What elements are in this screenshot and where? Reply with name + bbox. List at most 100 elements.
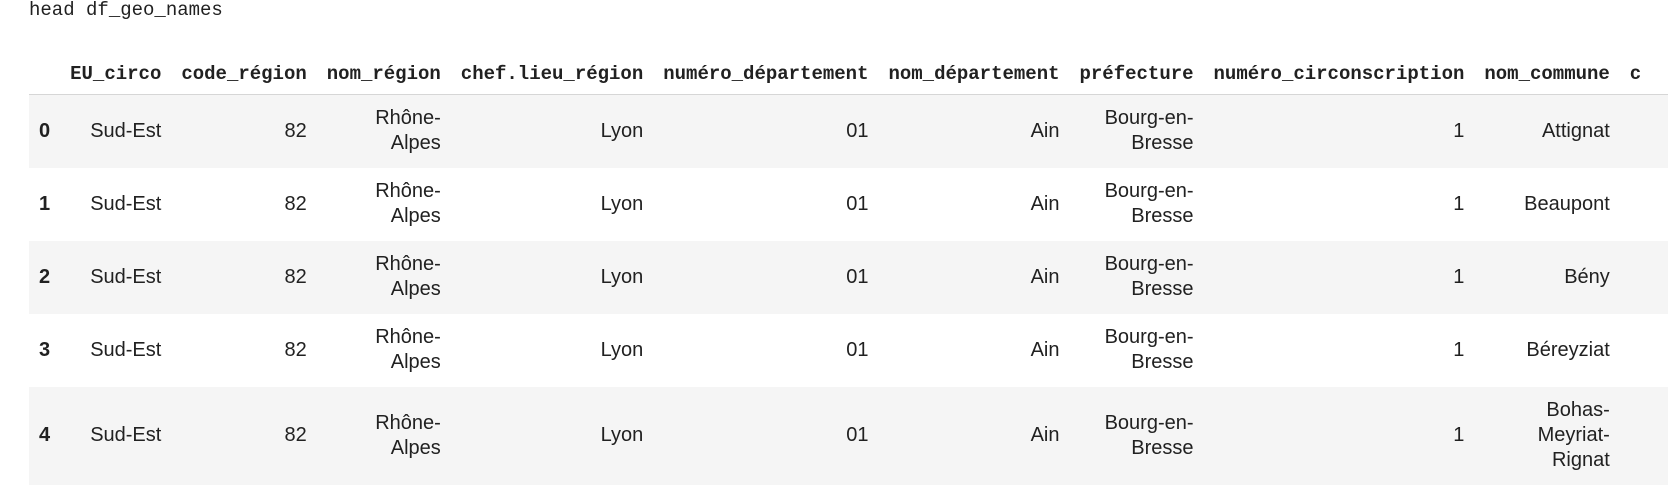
cell-numero-departement: 01 xyxy=(846,192,869,215)
column-header-code-region: code_région xyxy=(171,54,317,95)
cell-nom-commune: Bény xyxy=(1474,241,1619,314)
cell-nom-region-line: Alpes xyxy=(390,278,441,300)
column-header-index xyxy=(29,54,61,95)
cell-eu-circo: Sud-Est xyxy=(90,424,162,446)
cell-numero-departement: 01 xyxy=(846,338,869,361)
cell-nom-commune-line: Attignat xyxy=(1541,119,1610,142)
table-header-row: EU_circo code_région nom_région chef.lie… xyxy=(29,54,1668,95)
cell-truncated xyxy=(1620,314,1668,387)
cell-nom-departement: Ain xyxy=(1030,119,1060,142)
cell-nom-region-line: Alpes xyxy=(390,205,441,227)
column-header-numero-circonscription: numéro_circonscription xyxy=(1203,54,1475,95)
cell-prefecture-line: Bourg-en- xyxy=(1104,180,1194,202)
cell-nom-region: Rhône- Alpes xyxy=(317,241,451,314)
cell-numero-circonscription: 1 xyxy=(1453,119,1465,142)
cell-chef-lieu-region: Lyon xyxy=(600,338,644,361)
cell-prefecture-line: Bourg-en- xyxy=(1104,326,1194,348)
cell-prefecture: Bourg-en- Bresse xyxy=(1070,168,1204,241)
cell-nom-commune-line: Beaupont xyxy=(1524,192,1610,215)
cell-prefecture: Bourg-en- Bresse xyxy=(1070,387,1204,485)
cell-prefecture: Bourg-en- Bresse xyxy=(1070,95,1204,168)
cell-prefecture: Bourg-en- Bresse xyxy=(1070,241,1204,314)
cell-nom-commune-line: Meyriat- xyxy=(1537,424,1610,446)
row-index: 0 xyxy=(39,119,51,142)
cell-code-region: 82 xyxy=(284,424,307,446)
cell-nom-commune-line: Bény xyxy=(1564,265,1610,288)
table-row: 4 Sud-Est 82 Rhône- Alpes Lyon 01 Ain Bourg-en- B… xyxy=(29,386,1668,485)
cell-prefecture-line: Bresse xyxy=(1131,351,1194,373)
column-header-chef-lieu-region: chef.lieu_région xyxy=(450,54,654,95)
cell-nom-commune: Beaupont xyxy=(1474,168,1619,241)
cell-eu-circo: Sud-Est xyxy=(90,192,162,215)
cell-chef-lieu-region: Lyon xyxy=(600,192,644,215)
cell-nom-commune: Bohas- Meyriat- Rignat xyxy=(1474,387,1619,485)
table-row: 3 Sud-Est 82 Rhône- Alpes Lyon 01 Ain Bourg-en- B… xyxy=(29,313,1668,387)
cell-numero-circonscription: 1 xyxy=(1453,424,1465,446)
cell-prefecture-line: Bourg-en- xyxy=(1104,411,1194,434)
cell-numero-departement: 01 xyxy=(846,424,869,446)
cell-code-region: 82 xyxy=(284,338,307,361)
cell-nom-region-line: Alpes xyxy=(390,436,441,459)
cell-nom-region: Rhône- Alpes xyxy=(317,314,451,387)
cell-numero-departement: 01 xyxy=(846,265,869,288)
cell-nom-commune-line: Bohas- xyxy=(1546,399,1610,421)
cell-chef-lieu-region: Lyon xyxy=(600,265,644,288)
cell-eu-circo: Sud-Est xyxy=(90,265,162,288)
row-index: 4 xyxy=(39,424,51,446)
cell-nom-region-line: Rhône- xyxy=(375,411,441,434)
dataframe-table: EU_circo code_région nom_région chef.lie… xyxy=(29,54,1668,485)
column-header-numero-departement: numéro_département xyxy=(653,54,879,95)
cell-nom-departement: Ain xyxy=(1030,265,1060,288)
cell-chef-lieu-region: Lyon xyxy=(600,119,644,142)
row-index: 3 xyxy=(39,338,51,361)
cell-prefecture-line: Bresse xyxy=(1131,132,1194,155)
cell-prefecture-line: Bresse xyxy=(1131,436,1194,459)
row-index: 1 xyxy=(39,192,51,215)
cell-nom-commune-line: Rignat xyxy=(1551,449,1610,471)
cell-nom-departement: Ain xyxy=(1030,338,1060,361)
cell-truncated xyxy=(1620,95,1668,168)
cell-nom-region: Rhône- Alpes xyxy=(317,95,451,168)
cell-nom-departement: Ain xyxy=(1030,424,1060,446)
column-header-eu-circo: EU_circo xyxy=(60,54,172,95)
cell-numero-circonscription: 1 xyxy=(1453,265,1465,288)
dataframe-output: EU_circo code_région nom_région chef.lie… xyxy=(29,54,1668,485)
table-row: 1 Sud-Est 82 Rhône- Alpes Lyon 01 Ain Bourg-en- B… xyxy=(29,167,1668,241)
cell-prefecture-line: Bresse xyxy=(1131,278,1194,300)
cell-code-region: 82 xyxy=(284,265,307,288)
column-header-truncated: c xyxy=(1619,54,1668,95)
cell-nom-commune-line: Béreyziat xyxy=(1526,338,1610,361)
cell-truncated xyxy=(1620,241,1668,314)
cell-nom-region-line: Alpes xyxy=(390,351,441,373)
cell-nom-region: Rhône- Alpes xyxy=(317,168,451,241)
cell-prefecture-line: Bresse xyxy=(1131,205,1194,227)
cell-numero-departement: 01 xyxy=(846,119,869,142)
cell-numero-circonscription: 1 xyxy=(1453,192,1465,215)
cell-prefecture-line: Bourg-en- xyxy=(1104,253,1194,275)
column-header-nom-commune: nom_commune xyxy=(1474,54,1620,95)
cell-prefecture: Bourg-en- Bresse xyxy=(1070,314,1204,387)
cell-nom-region-line: Rhône- xyxy=(375,107,441,130)
cell-eu-circo: Sud-Est xyxy=(90,119,162,142)
cell-nom-region-line: Alpes xyxy=(390,132,441,155)
column-header-nom-region: nom_région xyxy=(316,54,451,95)
table-row: 0 Sud-Est 82 Rhône- Alpes Lyon 01 Ain Bourg-en- B… xyxy=(29,94,1668,168)
cell-nom-region-line: Rhône- xyxy=(375,180,441,202)
cell-nom-departement: Ain xyxy=(1030,192,1060,215)
cell-code-region: 82 xyxy=(284,119,307,142)
cell-code-region: 82 xyxy=(284,192,307,215)
cell-eu-circo: Sud-Est xyxy=(90,338,162,361)
cell-prefecture-line: Bourg-en- xyxy=(1104,107,1194,130)
cell-truncated xyxy=(1620,387,1668,485)
cell-nom-commune: Attignat xyxy=(1474,95,1619,168)
cell-truncated xyxy=(1620,168,1668,241)
column-header-prefecture: préfecture xyxy=(1069,54,1204,95)
row-index: 2 xyxy=(39,265,51,288)
cell-nom-commune: Béreyziat xyxy=(1474,314,1619,387)
cell-nom-region: Rhône- Alpes xyxy=(317,387,451,485)
cell-nom-region-line: Rhône- xyxy=(375,326,441,348)
cell-chef-lieu-region: Lyon xyxy=(600,424,644,446)
cell-numero-circonscription: 1 xyxy=(1453,338,1465,361)
cell-nom-region-line: Rhône- xyxy=(375,253,441,275)
code-cell-input[interactable]: head df_geo_names xyxy=(29,0,223,20)
